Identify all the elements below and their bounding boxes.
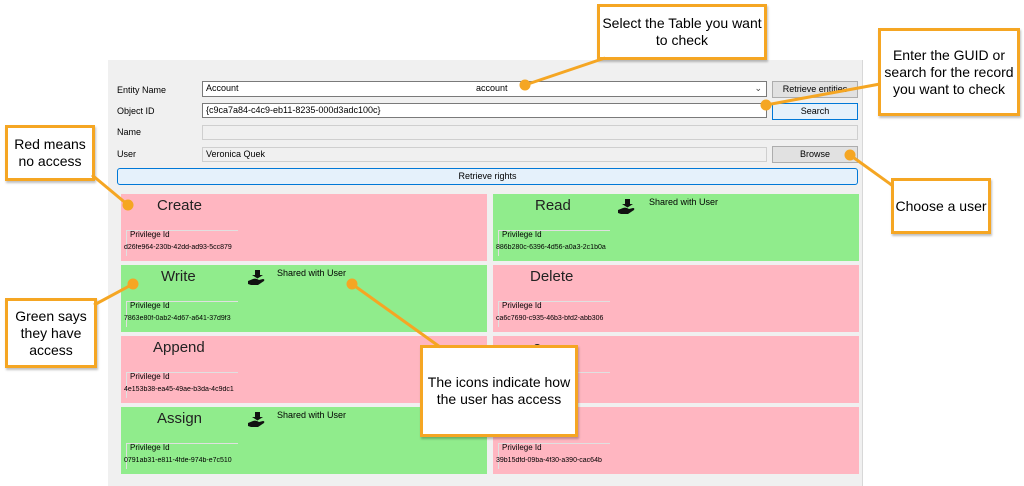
pointer-dot (127, 278, 139, 290)
pointer-green-says (93, 282, 134, 307)
pointer-dot (519, 79, 531, 91)
pointer-dot (122, 199, 134, 211)
callout-pointers (91, 56, 894, 349)
pointer-select-table (524, 56, 606, 87)
pointer-choose-user (849, 153, 894, 188)
pointer-icons-indicate (351, 282, 441, 349)
pointer-enter-guid (765, 82, 881, 107)
pointer-dot (844, 149, 856, 161)
pointer-dot (346, 278, 358, 290)
pointer-red-means (91, 173, 129, 207)
pointer-dot (760, 99, 772, 111)
